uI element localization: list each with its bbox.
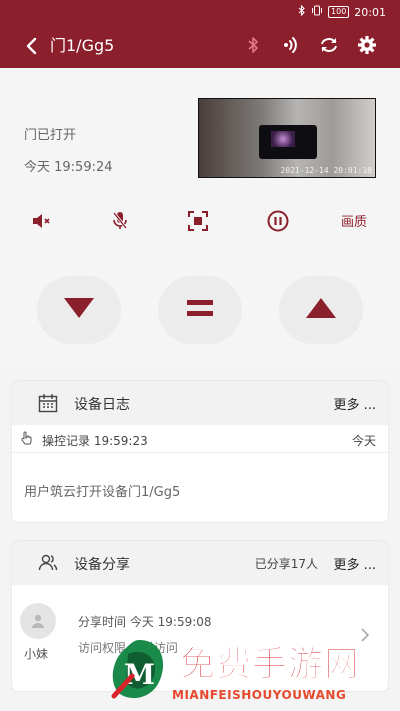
- device-log-header: 设备日志 更多 ...: [12, 381, 388, 425]
- bluetooth-status-icon: [298, 4, 306, 19]
- watermark-subtitle: MIANFEISHOUYOUWANG: [172, 688, 347, 702]
- watermark-title: 免费手游网: [179, 645, 361, 686]
- clock: 20:01: [354, 5, 386, 19]
- arrow-up-icon: [306, 298, 336, 322]
- page-title: 门1/Gg5: [50, 36, 115, 55]
- users-icon: [38, 553, 58, 573]
- device-share-more-link[interactable]: 更多 ...: [333, 554, 376, 573]
- log-entry-label: 操控记录 19:59:23: [42, 434, 148, 448]
- pause-icon[interactable]: [266, 209, 290, 233]
- device-log-title: 设备日志: [74, 397, 130, 413]
- share-time: 分享时间 今天 19:59:08: [78, 615, 212, 629]
- device-share-header: 设备分享 已分享17人 更多 ...: [12, 541, 388, 585]
- bluetooth-icon[interactable]: [242, 34, 264, 56]
- hand-tap-icon: [20, 431, 34, 445]
- device-log-card: 设备日志 更多 ... 操控记录 19:59:23 今天 用户筑云打开设备门1/…: [12, 381, 388, 522]
- watermark: M 免费手游网 MIANFEISHOUYOUWANG: [102, 636, 396, 710]
- mic-mute-icon[interactable]: [108, 209, 132, 233]
- quality-button[interactable]: 画质: [341, 211, 367, 230]
- refresh-icon[interactable]: [318, 34, 340, 56]
- settings-gear-icon[interactable]: [356, 34, 378, 56]
- stop-equal-icon: [187, 299, 213, 321]
- speaker-mute-icon[interactable]: [30, 209, 54, 233]
- video-timestamp: 2021-12-14 20:01:18: [280, 166, 372, 175]
- open-door-button[interactable]: [279, 276, 363, 344]
- status-bar: 100 20:01: [0, 0, 400, 24]
- svg-text:M: M: [124, 658, 155, 691]
- avatar: [20, 603, 56, 639]
- vibrate-icon: [311, 5, 323, 19]
- app-bar: 门1/Gg5: [0, 24, 400, 68]
- log-entry[interactable]: 操控记录 19:59:23 今天: [12, 425, 388, 453]
- close-door-button[interactable]: [37, 276, 121, 344]
- log-entry-message: 用户筑云打开设备门1/Gg5: [24, 485, 181, 500]
- live-video-preview[interactable]: 2021-12-14 20:01:18: [198, 98, 376, 178]
- door-status-time: 今天 19:59:24: [24, 160, 113, 175]
- device-log-more-link[interactable]: 更多 ...: [333, 394, 376, 413]
- watermark-logo: M: [106, 636, 172, 706]
- device-share-title: 设备分享: [74, 557, 130, 573]
- shared-user-name: 小妹: [24, 647, 49, 661]
- screenshot-icon[interactable]: [186, 209, 210, 233]
- arrow-down-icon: [64, 298, 94, 322]
- stop-door-button[interactable]: [158, 276, 242, 344]
- signal-icon[interactable]: [280, 34, 302, 56]
- battery-level: 100: [328, 6, 350, 18]
- door-status: 门已打开: [24, 128, 77, 143]
- back-icon[interactable]: [22, 35, 42, 57]
- calendar-icon: [38, 393, 58, 413]
- share-count: 已分享17人: [254, 557, 318, 571]
- log-entry-day: 今天: [351, 434, 376, 448]
